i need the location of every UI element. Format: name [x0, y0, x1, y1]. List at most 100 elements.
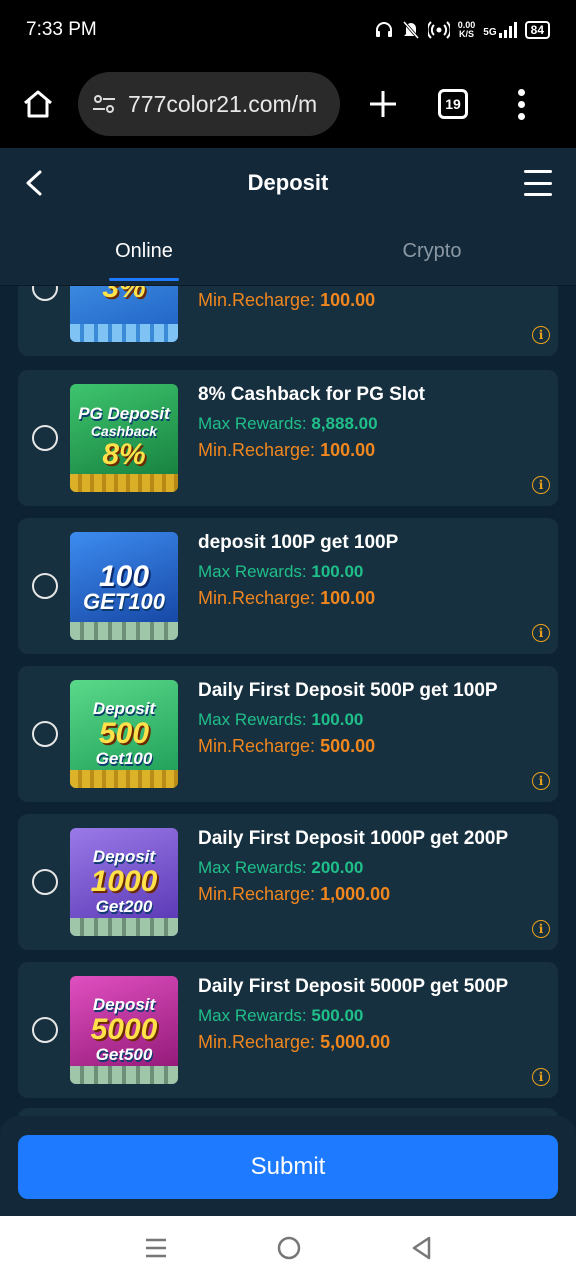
min-recharge: Min.Recharge: 500.00: [198, 736, 375, 757]
promo-list[interactable]: 3% Min.Recharge: 100.00 i PG Deposit Cas…: [0, 286, 576, 1116]
url-text: 777color21.com/m: [128, 90, 318, 117]
promo-title: Daily First Deposit 5000P get 500P: [198, 976, 509, 997]
min-recharge: Min.Recharge: 100.00: [198, 440, 375, 461]
thumb-line3: Get500: [95, 1045, 153, 1064]
thumb-line1: PG Deposit: [78, 404, 170, 423]
min-recharge: Min.Recharge: 100.00: [198, 588, 375, 609]
info-icon[interactable]: i: [532, 326, 550, 344]
max-rewards-value: 100.00: [311, 710, 364, 729]
headset-icon: [375, 22, 392, 37]
min-recharge: Min.Recharge: 1,000.00: [198, 884, 390, 905]
max-rewards: Max Rewards: 100.00: [198, 562, 363, 582]
min-recharge-value: 100.00: [320, 588, 376, 608]
promo-thumbnail: Deposit 5000 Get500: [70, 976, 178, 1084]
thumb-main-text: 8%: [102, 438, 146, 471]
promo-card[interactable]: 100 GET100 deposit 100P get 100P Max Rew…: [18, 518, 558, 654]
status-bar: 7:33 PM 0.00 K/S 5G 84: [0, 0, 576, 60]
submit-button[interactable]: Submit: [18, 1135, 558, 1199]
signal-icon: [498, 22, 517, 38]
max-rewards: Max Rewards: 100.00: [198, 710, 363, 730]
promo-card[interactable]: 3% Min.Recharge: 100.00 i: [18, 286, 558, 356]
max-rewards-label: Max Rewards:: [198, 562, 307, 581]
battery-icon: 84: [524, 21, 550, 39]
min-recharge-label: Min.Recharge:: [198, 1032, 316, 1052]
site-settings-icon[interactable]: [90, 90, 118, 118]
menu-icon[interactable]: [524, 170, 552, 196]
info-icon[interactable]: i: [532, 920, 550, 938]
back-arrow-icon[interactable]: [22, 168, 46, 198]
thumb-main-text: 3%: [102, 286, 146, 304]
tab-online[interactable]: Online: [0, 218, 288, 285]
max-rewards-label: Max Rewards:: [198, 1006, 307, 1025]
info-icon[interactable]: i: [532, 624, 550, 642]
max-rewards-label: Max Rewards:: [198, 858, 307, 877]
promo-card[interactable]: Deposit 500 Get100 Daily First Deposit 5…: [18, 666, 558, 802]
min-recharge: Min.Recharge: 100.00: [198, 290, 375, 311]
recent-apps-icon[interactable]: [143, 1236, 169, 1260]
promo-radio[interactable]: [32, 1017, 58, 1043]
max-rewards: Max Rewards: 500.00: [198, 1006, 363, 1026]
home-button[interactable]: [18, 84, 58, 124]
back-triangle-icon[interactable]: [409, 1235, 433, 1261]
thumb-main-text: 1000: [90, 865, 158, 898]
net-speed-unit: K/S: [459, 29, 475, 39]
max-rewards-value: 500.00: [311, 1006, 364, 1025]
min-recharge-value: 500.00: [320, 736, 376, 756]
thumb-line1: Deposit: [92, 699, 156, 718]
thumb-main-text: GET100: [83, 589, 165, 614]
promo-radio[interactable]: [32, 869, 58, 895]
info-icon[interactable]: i: [532, 772, 550, 790]
min-recharge-value: 100.00: [320, 440, 376, 460]
max-rewards-label: Max Rewards:: [198, 710, 307, 729]
system-nav-bar: [0, 1216, 576, 1280]
promo-card[interactable]: Deposit 1000 Get200 Daily First Deposit …: [18, 814, 558, 950]
promo-card[interactable]: Deposit 5000 Get500 Daily First Deposit …: [18, 962, 558, 1098]
new-tab-icon[interactable]: [366, 87, 400, 121]
info-icon[interactable]: i: [532, 1068, 550, 1086]
promo-thumbnail: 3%: [70, 286, 178, 342]
thumb-line1: Deposit: [92, 847, 156, 866]
payment-tabs: Online Crypto: [0, 218, 576, 286]
promo-title: Daily First Deposit 1000P get 200P: [198, 828, 509, 849]
promo-title: deposit 100P get 100P: [198, 532, 399, 553]
net-speed: 0.00 K/S: [458, 21, 476, 39]
promo-radio[interactable]: [32, 286, 58, 301]
home-circle-icon[interactable]: [276, 1235, 302, 1261]
promo-card[interactable]: PG Deposit Cashback 8% 8% Cashback for P…: [18, 370, 558, 506]
min-recharge-label: Min.Recharge:: [198, 440, 316, 460]
thumb-line3: Cashback: [90, 423, 158, 439]
promo-card[interactable]: [18, 1108, 558, 1116]
page-title: Deposit: [247, 170, 329, 195]
min-recharge-value: 1,000.00: [320, 884, 391, 904]
min-recharge-label: Min.Recharge:: [198, 884, 316, 904]
min-recharge-value: 5,000.00: [320, 1032, 391, 1052]
app-header: Deposit: [0, 148, 576, 218]
promo-title: Daily First Deposit 500P get 100P: [198, 680, 498, 701]
promo-radio[interactable]: [32, 721, 58, 747]
promo-thumbnail: PG Deposit Cashback 8%: [70, 384, 178, 492]
browser-toolbar: 777color21.com/m 19: [0, 60, 576, 148]
signal-indicator: 5G: [483, 22, 517, 38]
promo-radio[interactable]: [32, 425, 58, 451]
info-icon[interactable]: i: [532, 476, 550, 494]
promo-radio[interactable]: [32, 573, 58, 599]
tab-crypto[interactable]: Crypto: [288, 218, 576, 285]
thumb-line3: Get100: [95, 749, 153, 768]
submit-panel: Submit: [0, 1116, 576, 1216]
status-time: 7:33 PM: [26, 19, 97, 40]
promo-title: 8% Cashback for PG Slot: [198, 384, 426, 405]
min-recharge-label: Min.Recharge:: [198, 290, 316, 310]
more-options-icon[interactable]: [516, 88, 526, 120]
address-bar[interactable]: 777color21.com/m: [78, 72, 340, 136]
min-recharge: Min.Recharge: 5,000.00: [198, 1032, 390, 1053]
promo-thumbnail: Deposit 1000 Get200: [70, 828, 178, 936]
min-recharge-value: 100.00: [320, 290, 376, 310]
max-rewards: Max Rewards: 200.00: [198, 858, 363, 878]
max-rewards-value: 8,888.00: [311, 414, 378, 433]
tab-switcher-button[interactable]: 19: [438, 89, 468, 119]
mute-bell-icon: [402, 21, 419, 39]
thumb-line3: Get200: [95, 897, 153, 916]
max-rewards-value: 200.00: [311, 858, 364, 877]
thumb-line1: Deposit: [92, 995, 156, 1014]
network-type: 5G: [483, 27, 497, 38]
